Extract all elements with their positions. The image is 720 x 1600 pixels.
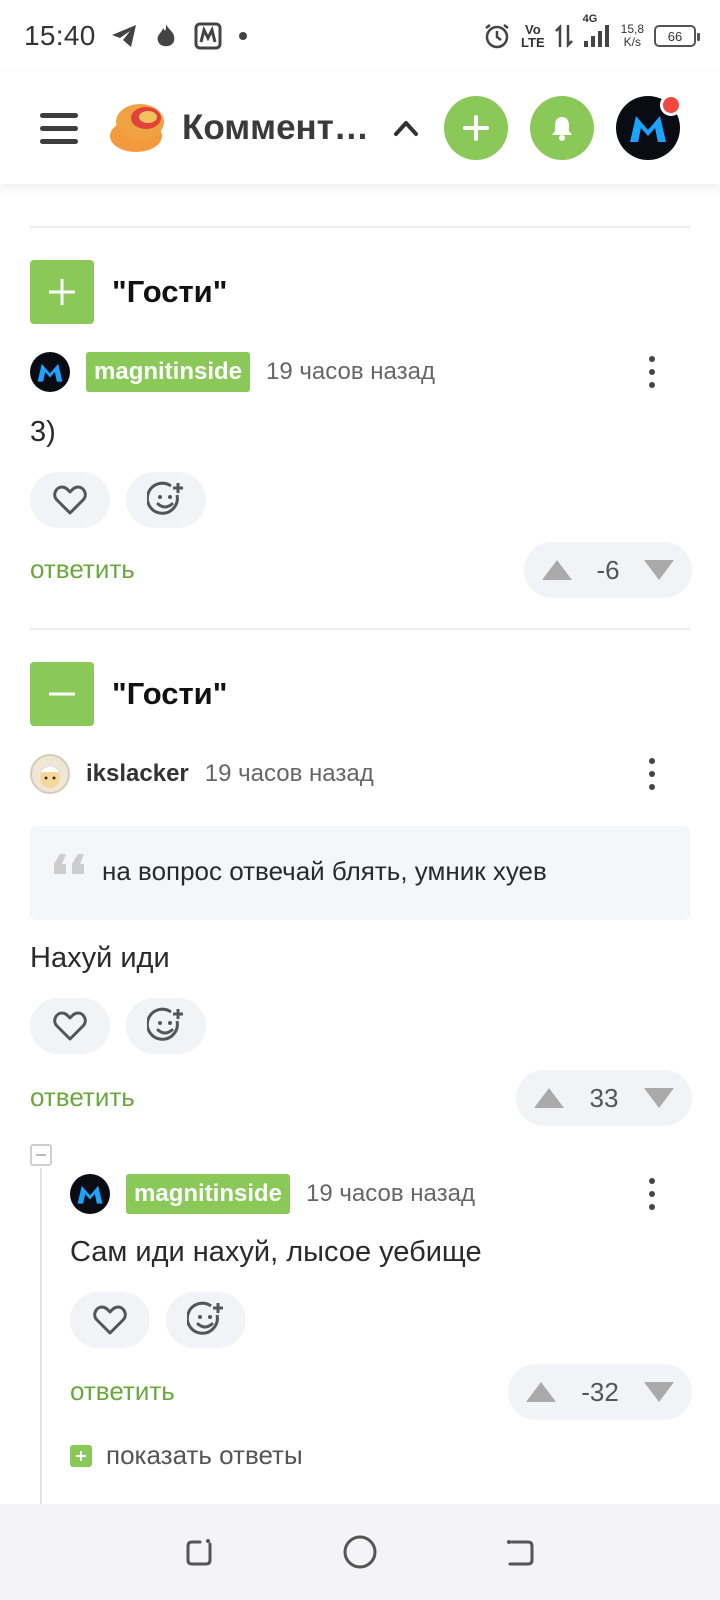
back-button[interactable]	[500, 1532, 540, 1572]
battery-icon: 66	[654, 25, 700, 47]
author-name[interactable]: magnitinside	[126, 1174, 291, 1214]
comment-text: Сам иди нахуй, лысое уебище	[70, 1236, 482, 1268]
thread-title[interactable]: "Гости"	[112, 274, 227, 310]
reply-link[interactable]: ответить	[70, 1376, 175, 1407]
recent-apps-button[interactable]	[180, 1532, 220, 1572]
volte-indicator: Vo LTE	[521, 23, 545, 49]
reply-link[interactable]: ответить	[30, 1082, 135, 1113]
user-avatar[interactable]	[616, 94, 682, 160]
reply-link[interactable]: ответить	[30, 554, 135, 585]
notifications-button[interactable]	[530, 96, 594, 160]
emoji-add-icon	[187, 1301, 223, 1335]
back-icon	[507, 1540, 534, 1566]
divider	[30, 226, 690, 228]
comment-time[interactable]: 19 часов назад	[306, 1180, 475, 1208]
collapse-thread-button[interactable]	[30, 662, 94, 726]
rating: 33	[589, 1082, 619, 1113]
author-name[interactable]: ikslacker	[86, 760, 189, 788]
downvote-icon[interactable]	[642, 1380, 676, 1404]
chevron-up-icon[interactable]	[390, 112, 422, 144]
divider	[30, 628, 690, 630]
minus-icon	[49, 692, 75, 696]
avatar[interactable]	[30, 352, 70, 392]
heart-icon	[53, 1011, 87, 1041]
quote-text: на вопрос отвечай блять, умник хуев	[102, 856, 547, 886]
more-options-button[interactable]	[640, 352, 664, 392]
emoji-add-icon	[147, 481, 183, 515]
home-button[interactable]	[340, 1532, 380, 1572]
emoji-add-icon	[147, 1007, 183, 1041]
show-replies-label: показать ответы	[106, 1440, 303, 1470]
comment-time[interactable]: 19 часов назад	[266, 358, 435, 386]
bell-icon	[552, 117, 572, 141]
telegram-icon	[111, 25, 136, 47]
add-post-button[interactable]	[444, 96, 508, 160]
plus-icon	[70, 1444, 92, 1467]
thread-title[interactable]: "Гости"	[112, 676, 227, 712]
volte-bottom: LTE	[521, 35, 545, 50]
upvote-icon[interactable]	[540, 558, 574, 582]
network-type: 4G	[582, 13, 598, 25]
speed-unit: K/s	[623, 35, 641, 49]
app-header: Комментарии	[0, 72, 720, 184]
heart-icon	[93, 1305, 127, 1335]
plus-icon	[463, 115, 489, 141]
downvote-icon[interactable]	[642, 1086, 676, 1110]
more-options-button[interactable]	[640, 1174, 664, 1214]
system-nav-bar	[0, 1504, 720, 1600]
quote-block: на вопрос отвечай блять, умник хуев	[30, 826, 690, 920]
author-name[interactable]: magnitinside	[86, 352, 251, 392]
quote-icon	[54, 854, 84, 874]
home-icon	[343, 1535, 377, 1569]
plus-icon	[49, 279, 75, 305]
page-title: Комментарии	[182, 108, 370, 147]
notification-dot	[660, 94, 682, 116]
avatar[interactable]	[30, 754, 70, 794]
expand-thread-button[interactable]	[30, 260, 94, 324]
magnit-icon	[194, 22, 222, 50]
menu-icon[interactable]	[40, 112, 78, 144]
like-button[interactable]	[30, 998, 110, 1054]
site-logo[interactable]	[108, 100, 168, 156]
heart-icon	[53, 485, 87, 515]
comment-time[interactable]: 19 часов назад	[205, 760, 374, 788]
add-reaction-button[interactable]	[126, 998, 206, 1054]
vote-box: -32	[508, 1364, 692, 1420]
dot-icon	[238, 32, 247, 40]
minus-icon	[36, 1154, 46, 1156]
rating: -6	[596, 554, 620, 585]
more-options-button[interactable]	[640, 754, 664, 794]
comment-text: 3)	[30, 416, 56, 448]
status-bar: 15:40 Vo LTE 4G 15,8 K/s 66	[0, 0, 720, 72]
network-speed: 15,8 K/s	[621, 23, 644, 49]
comment-header: magnitinside 19 часов назад	[30, 352, 435, 392]
comment-header: magnitinside 19 часов назад	[70, 1174, 475, 1214]
show-replies-button[interactable]: показать ответы	[70, 1440, 303, 1471]
comments-feed: "Гости" magnitinside 19 часов назад 3) о…	[0, 184, 720, 1504]
upvote-icon[interactable]	[532, 1086, 566, 1110]
flame-icon	[157, 24, 174, 47]
add-reaction-button[interactable]	[166, 1292, 246, 1348]
thread-line[interactable]	[40, 1168, 42, 1504]
signal-icon: 4G	[583, 13, 611, 49]
alarm-icon	[485, 24, 509, 49]
avatar[interactable]	[70, 1174, 110, 1214]
like-button[interactable]	[70, 1292, 150, 1348]
vote-box: 33	[516, 1070, 692, 1126]
comment-header: ikslacker 19 часов назад	[30, 754, 374, 794]
battery-level: 66	[667, 28, 683, 44]
data-transfer-icon	[554, 23, 573, 49]
rating: -32	[581, 1376, 619, 1407]
like-button[interactable]	[30, 472, 110, 528]
upvote-icon[interactable]	[524, 1380, 558, 1404]
comment-text: Нахуй иди	[30, 942, 170, 974]
status-time: 15:40	[24, 20, 96, 51]
downvote-icon[interactable]	[642, 558, 676, 582]
recent-apps-icon	[186, 1539, 212, 1566]
vote-box: -6	[524, 542, 692, 598]
collapse-reply-button[interactable]	[30, 1144, 52, 1166]
add-reaction-button[interactable]	[126, 472, 206, 528]
